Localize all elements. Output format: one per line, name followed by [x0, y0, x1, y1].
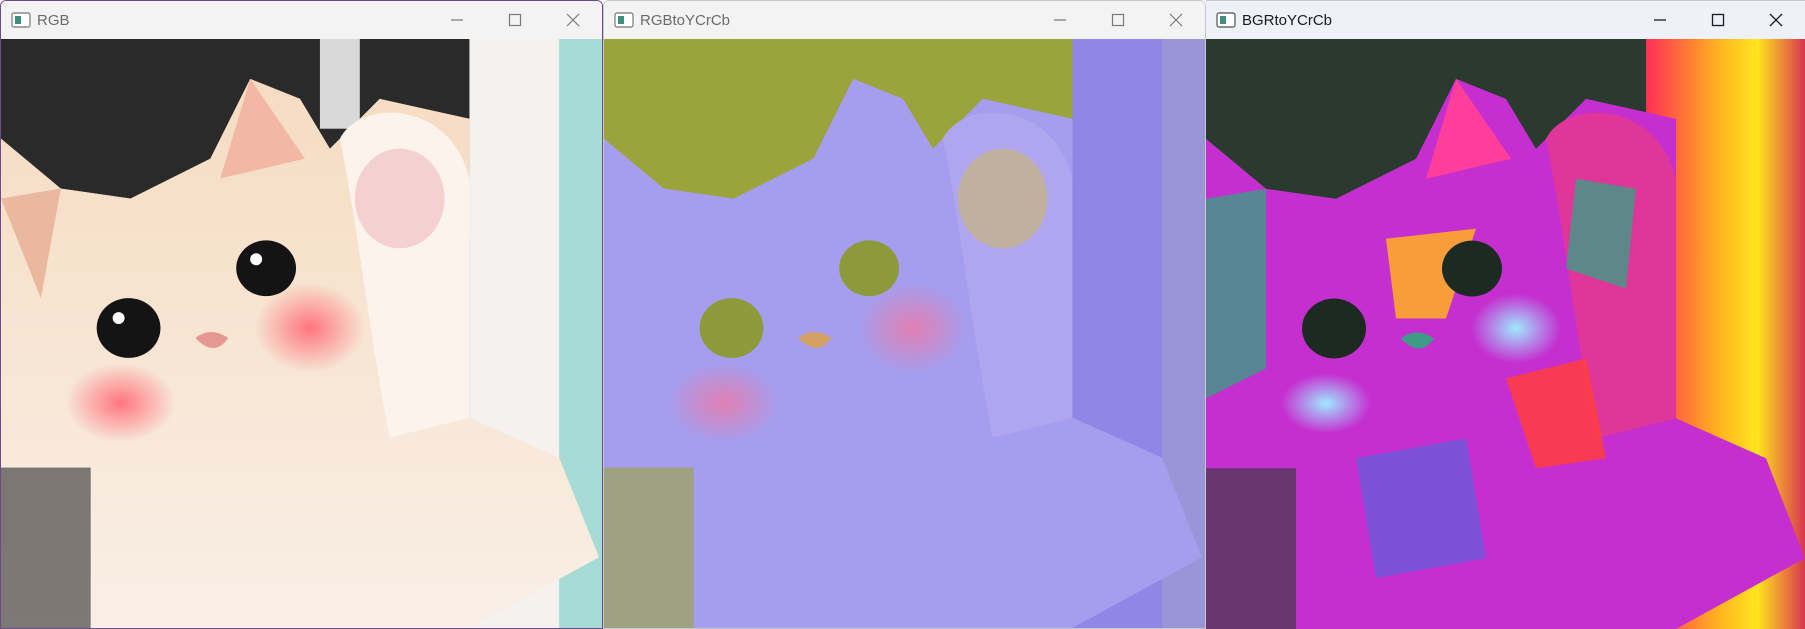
maximize-button[interactable] [1089, 1, 1147, 39]
cat-photo-ycrcb-false-color [1206, 39, 1805, 629]
minimize-icon [1054, 19, 1066, 21]
image-window-rgb[interactable]: RGB [0, 0, 603, 629]
image-canvas [604, 39, 1205, 628]
maximize-button[interactable] [486, 1, 544, 39]
close-button[interactable] [1747, 1, 1805, 39]
opencv-window-icon [11, 12, 31, 28]
maximize-icon [508, 13, 522, 27]
minimize-button[interactable] [1631, 1, 1689, 39]
window-titlebar[interactable]: RGBtoYCrCb [604, 1, 1205, 39]
maximize-icon [1711, 13, 1725, 27]
close-icon [1169, 13, 1183, 27]
window-titlebar[interactable]: BGRtoYCrCb [1206, 1, 1805, 39]
close-icon [1769, 13, 1783, 27]
window-title: RGBtoYCrCb [640, 11, 731, 29]
window-title: BGRtoYCrCb [1242, 11, 1333, 29]
maximize-button[interactable] [1689, 1, 1747, 39]
image-window-bgrtoycrcb[interactable]: BGRtoYCrCb [1206, 0, 1805, 629]
cat-photo [1, 39, 602, 628]
image-canvas [1, 39, 602, 628]
window-titlebar[interactable]: RGB [1, 1, 602, 39]
minimize-button[interactable] [1031, 1, 1089, 39]
close-icon [566, 13, 580, 27]
opencv-window-icon [614, 12, 634, 28]
close-button[interactable] [1147, 1, 1205, 39]
minimize-button[interactable] [428, 1, 486, 39]
minimize-icon [451, 19, 463, 21]
maximize-icon [1111, 13, 1125, 27]
image-canvas [1206, 39, 1805, 629]
opencv-window-icon [1216, 12, 1236, 28]
cat-photo-ycrcb [604, 39, 1205, 628]
image-window-rgbtoycrcb[interactable]: RGBtoYCrCb [603, 0, 1206, 629]
window-title: RGB [37, 11, 70, 29]
close-button[interactable] [544, 1, 602, 39]
minimize-icon [1654, 19, 1666, 21]
